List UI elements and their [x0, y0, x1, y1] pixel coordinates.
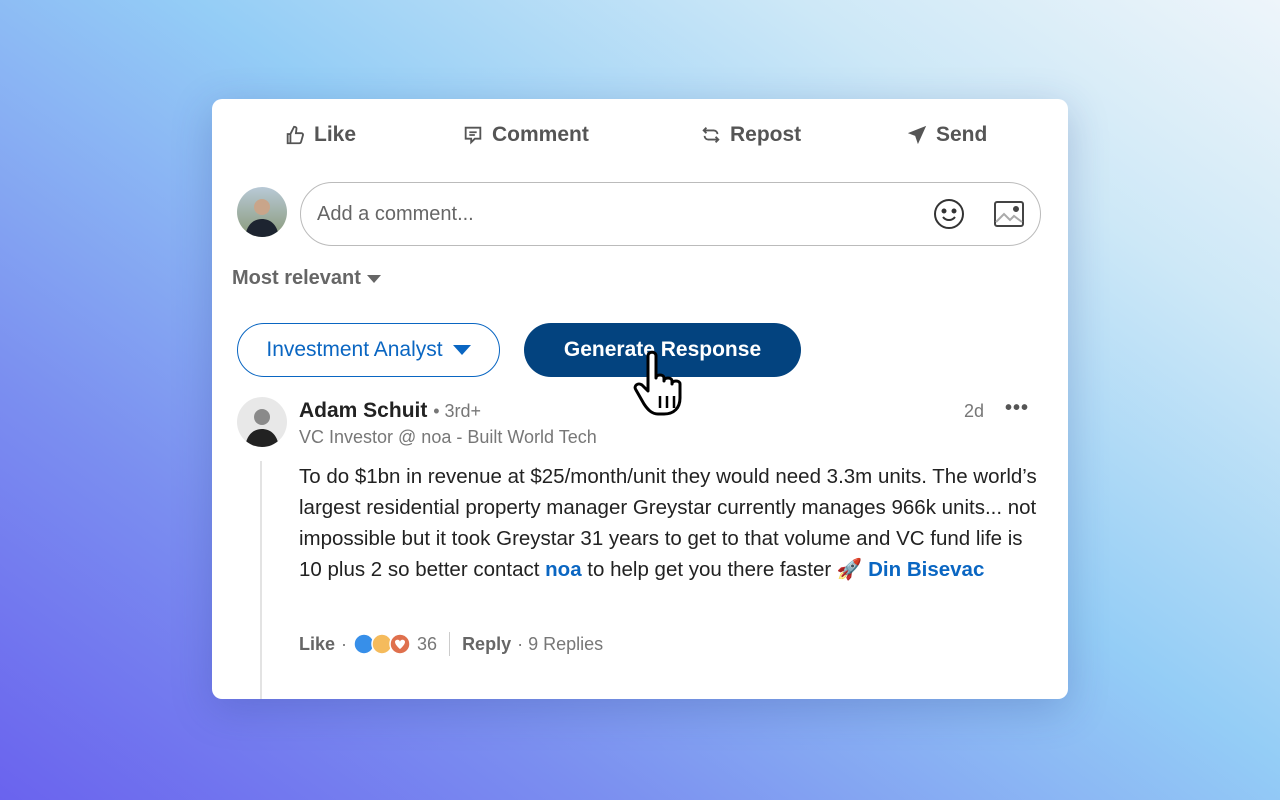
comment-input-box[interactable]: [300, 182, 1041, 246]
author-headline: VC Investor @ noa - Built World Tech: [299, 427, 597, 447]
repost-icon: [702, 127, 720, 143]
rocket-emoji: 🚀: [836, 558, 863, 581]
divider: [449, 632, 451, 656]
comment-text: To do $1bn in revenue at $25/month/unit …: [299, 465, 1037, 581]
sort-dropdown[interactable]: Most relevant: [232, 267, 381, 290]
comment-time: 2d: [964, 401, 985, 421]
reaction-count[interactable]: 36: [417, 634, 437, 655]
hand-cursor-icon: [633, 350, 682, 416]
post-actions: Like Comment Repost Send: [212, 123, 1068, 157]
reply-button[interactable]: Reply: [462, 634, 511, 655]
connection-degree: • 3rd+: [433, 401, 482, 421]
mention-noa[interactable]: noa: [545, 558, 581, 581]
comment-like-button[interactable]: Like: [299, 634, 335, 655]
comment-footer: Like · 36 Reply · 9 Replies: [299, 632, 603, 656]
comment-input[interactable]: [317, 183, 897, 245]
more-options-icon[interactable]: •••: [1005, 397, 1029, 420]
role-select[interactable]: Investment Analyst: [237, 323, 500, 377]
thumbs-up-icon: [286, 125, 304, 145]
commenter-avatar[interactable]: [237, 397, 287, 447]
image-icon[interactable]: [993, 200, 1025, 228]
user-avatar[interactable]: [237, 187, 287, 237]
send-button[interactable]: Send: [906, 123, 987, 147]
like-button[interactable]: Like: [284, 123, 356, 147]
thread-line: [260, 461, 262, 699]
comment-icon: [464, 126, 482, 145]
send-icon: [907, 125, 927, 145]
caret-down-icon: [366, 274, 381, 283]
emoji-icon[interactable]: [933, 198, 965, 230]
comment-author[interactable]: Adam Schuit • 3rd+: [299, 399, 481, 423]
mention-din-bisevac[interactable]: Din Bisevac: [868, 558, 984, 581]
caret-down-icon: [452, 345, 471, 355]
comment-button[interactable]: Comment: [462, 123, 589, 147]
replies-link[interactable]: · 9 Replies: [517, 634, 603, 655]
repost-button[interactable]: Repost: [700, 123, 801, 147]
reactions-icon[interactable]: [353, 633, 411, 655]
